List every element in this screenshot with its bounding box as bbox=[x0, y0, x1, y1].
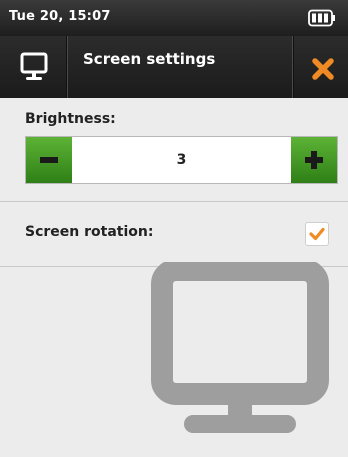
divider bbox=[0, 201, 348, 202]
checkmark-icon bbox=[309, 227, 325, 241]
status-datetime: Tue 20, 15:07 bbox=[9, 9, 111, 24]
brightness-stepper[interactable]: 3 bbox=[25, 136, 338, 184]
battery-icon bbox=[308, 9, 335, 27]
brightness-label: Brightness: bbox=[25, 111, 116, 127]
screen-rotation-label: Screen rotation: bbox=[25, 224, 154, 240]
minus-icon bbox=[40, 157, 58, 163]
brightness-increase-button[interactable] bbox=[291, 137, 337, 183]
close-icon[interactable] bbox=[312, 58, 334, 80]
header-icon-cell bbox=[0, 36, 67, 98]
status-bar: Tue 20, 15:07 bbox=[0, 0, 348, 36]
monitor-icon bbox=[151, 262, 329, 433]
brightness-value: 3 bbox=[176, 152, 187, 168]
plus-icon bbox=[305, 151, 323, 169]
screen-rotation-checkbox[interactable] bbox=[305, 222, 329, 246]
close-button[interactable] bbox=[293, 36, 348, 98]
screen-settings-app: Tue 20, 15:07 Screen settings Brightness… bbox=[0, 0, 348, 457]
brightness-decrease-button[interactable] bbox=[26, 137, 72, 183]
page-title: Screen settings bbox=[83, 50, 216, 68]
header-bar: Screen settings bbox=[0, 36, 348, 98]
monitor-icon bbox=[20, 52, 48, 80]
